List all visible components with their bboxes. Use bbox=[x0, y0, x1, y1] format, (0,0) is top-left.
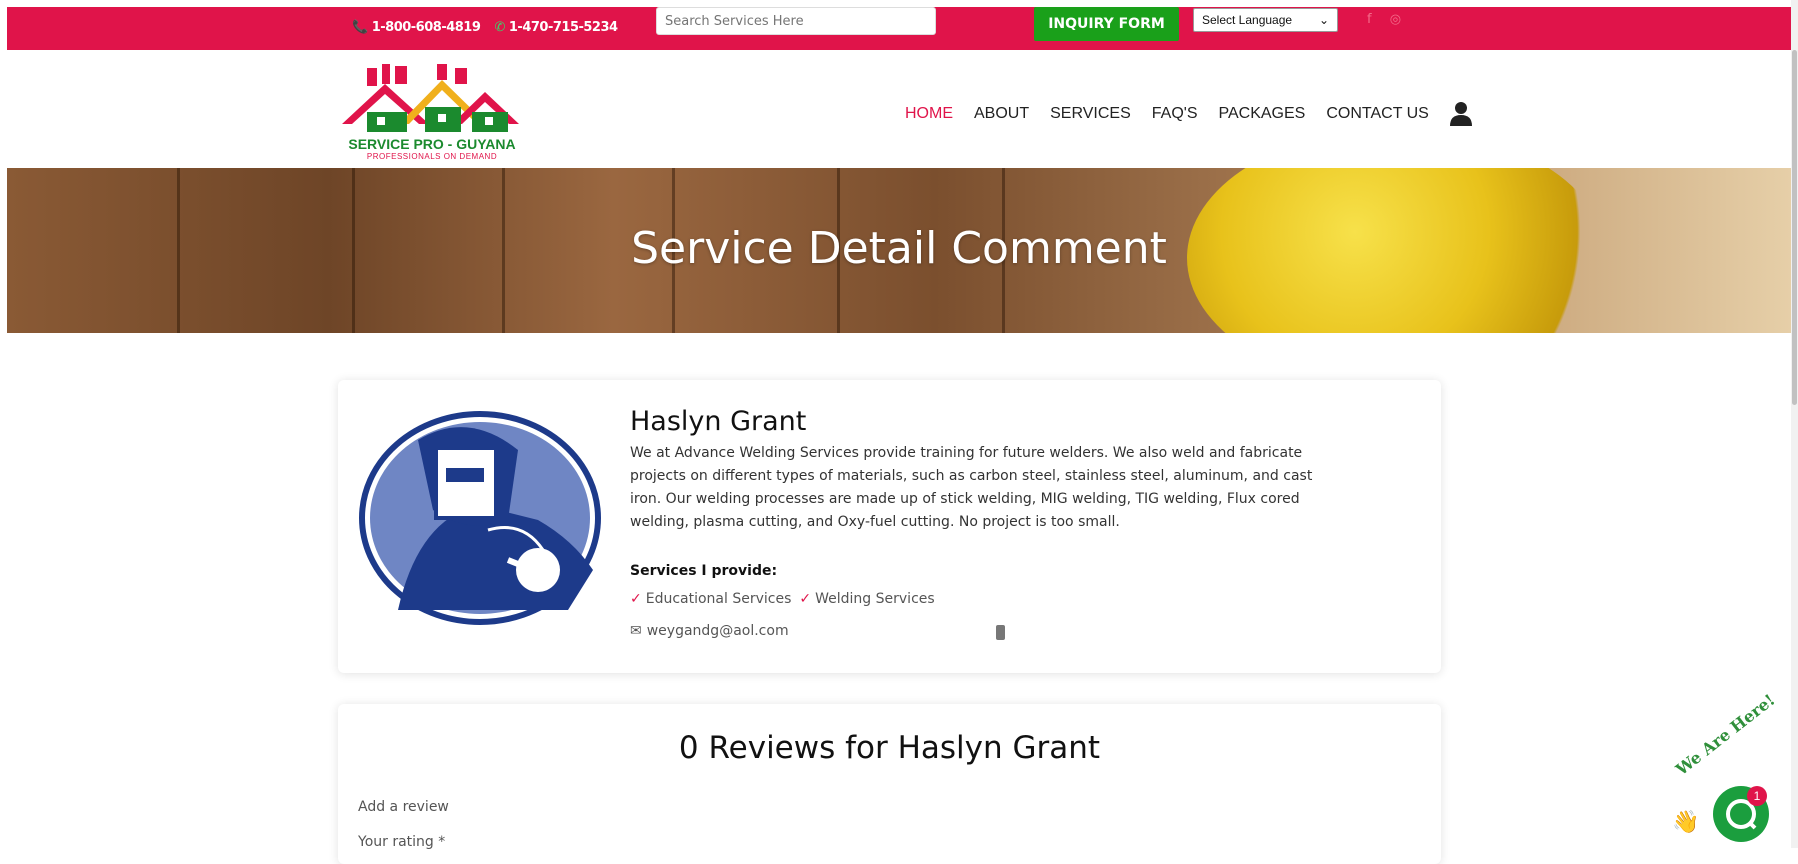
service-item: ✓ Educational Services bbox=[630, 591, 792, 607]
waving-hand-icon: 👋 bbox=[1672, 810, 1700, 835]
provider-bio: We at Advance Welding Services provide t… bbox=[630, 445, 1313, 530]
language-select[interactable]: Select Language ⌄ bbox=[1193, 8, 1338, 32]
email-text[interactable]: weygandg@aol.com bbox=[647, 623, 789, 639]
chat-widget[interactable]: We Are Here! 👋 1 bbox=[1672, 690, 1792, 848]
inquiry-form-button[interactable]: INQUIRY FORM bbox=[1034, 7, 1179, 41]
services-list: ✓ Educational Services ✓ Welding Services bbox=[630, 591, 935, 607]
language-select-label: Select Language bbox=[1202, 13, 1293, 27]
logo-house-icon bbox=[342, 64, 519, 132]
nav-about[interactable]: ABOUT bbox=[974, 105, 1029, 123]
nav-faqs[interactable]: FAQ'S bbox=[1152, 105, 1198, 123]
phone-number-2[interactable]: 1-470-715-5234 bbox=[509, 20, 618, 35]
contact-phones: 📞 1-800-608-4819 ✆ 1-470-715-5234 bbox=[352, 20, 618, 35]
page-hero: Service Detail Comment bbox=[7, 168, 1791, 333]
user-icon[interactable] bbox=[1449, 102, 1472, 126]
top-bar: 📞 1-800-608-4819 ✆ 1-470-715-5234 INQUIR… bbox=[7, 7, 1791, 50]
chevron-down-icon: ⌄ bbox=[1318, 13, 1329, 27]
provider-email[interactable]: ✉ weygandg@aol.com bbox=[630, 623, 789, 639]
profile-card: Haslyn Grant We at Advance Welding Servi… bbox=[338, 380, 1441, 673]
nav-packages[interactable]: PACKAGES bbox=[1218, 105, 1305, 123]
logo-tagline: PROFESSIONALS ON DEMAND bbox=[366, 152, 498, 161]
add-review-label: Add a review bbox=[358, 799, 449, 815]
phone-number-1[interactable]: 📞 1-800-608-4819 bbox=[352, 20, 481, 35]
envelope-icon: ✉ bbox=[630, 623, 642, 639]
check-icon: ✓ bbox=[799, 591, 812, 607]
site-logo[interactable]: SERVICE PRO - GUYANA PROFESSIONALS ON DE… bbox=[337, 62, 527, 162]
welder-avatar bbox=[358, 410, 603, 625]
instagram-icon[interactable]: ◎ bbox=[1390, 12, 1401, 27]
scrollbar-thumb[interactable] bbox=[1792, 50, 1797, 405]
nav-home[interactable]: HOME bbox=[905, 105, 953, 123]
notification-badge: 1 bbox=[1747, 786, 1767, 806]
services-label: Services I provide: bbox=[630, 563, 778, 579]
nav-services[interactable]: SERVICES bbox=[1050, 105, 1131, 123]
nav-contact-us[interactable]: CONTACT US bbox=[1326, 105, 1429, 123]
provider-name: Haslyn Grant bbox=[630, 406, 807, 437]
social-links: f ◎ bbox=[1367, 12, 1415, 27]
reviews-card: 0 Reviews for Haslyn Grant Add a review … bbox=[338, 704, 1441, 864]
page-title: Service Detail Comment bbox=[631, 223, 1167, 274]
mobile-phone-icon[interactable] bbox=[996, 625, 1005, 640]
we-are-here-label: We Are Here! bbox=[1672, 690, 1779, 779]
reviews-title: 0 Reviews for Haslyn Grant bbox=[678, 730, 1101, 766]
search-input[interactable] bbox=[656, 7, 936, 35]
check-icon: ✓ bbox=[630, 591, 642, 607]
main-nav: HOME ABOUT SERVICES FAQ'S PACKAGES CONTA… bbox=[905, 102, 1472, 126]
service-item: ✓ Welding Services bbox=[799, 591, 935, 607]
whatsapp-icon: ✆ bbox=[494, 20, 505, 35]
logo-title: SERVICE PRO - GUYANA bbox=[348, 136, 516, 152]
facebook-icon[interactable]: f bbox=[1367, 12, 1372, 27]
